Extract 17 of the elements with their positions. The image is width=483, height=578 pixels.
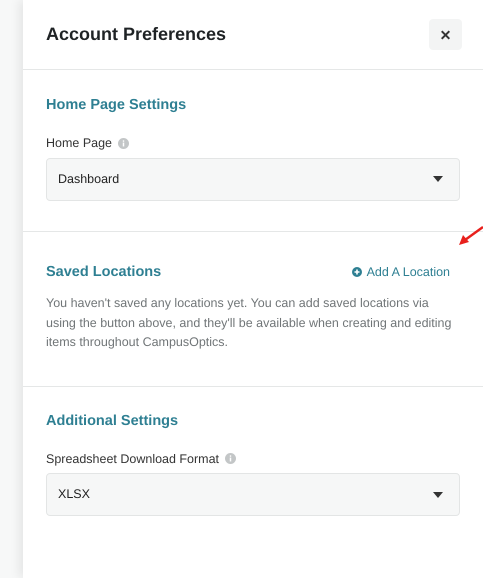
- field-label: Home Page: [46, 134, 112, 152]
- panel-title: Account Preferences: [46, 23, 226, 46]
- select-field[interactable]: Dashboard: [46, 158, 460, 200]
- add-location-link[interactable]: Add A Location: [352, 263, 450, 282]
- section-heading: Home Page Settings: [46, 96, 186, 115]
- section-heading: Additional Settings: [46, 412, 178, 431]
- caret-icon: [433, 176, 443, 182]
- info-icon: [118, 138, 130, 149]
- info-icon: [225, 453, 236, 464]
- select-field[interactable]: XLSX: [46, 473, 460, 516]
- close-button[interactable]: ×: [429, 19, 462, 50]
- arrow-icon: [459, 226, 483, 246]
- field-label: Spreadsheet Download Format: [46, 450, 220, 468]
- caret-icon: [433, 492, 443, 498]
- empty-message: You haven't saved any locations yet. You can add saved locations via using the button above, and they'll be available when creating and editing items throughout CampusOptics.: [46, 295, 452, 352]
- plus-icon: [352, 267, 362, 278]
- section-heading: Saved Locations: [46, 262, 162, 282]
